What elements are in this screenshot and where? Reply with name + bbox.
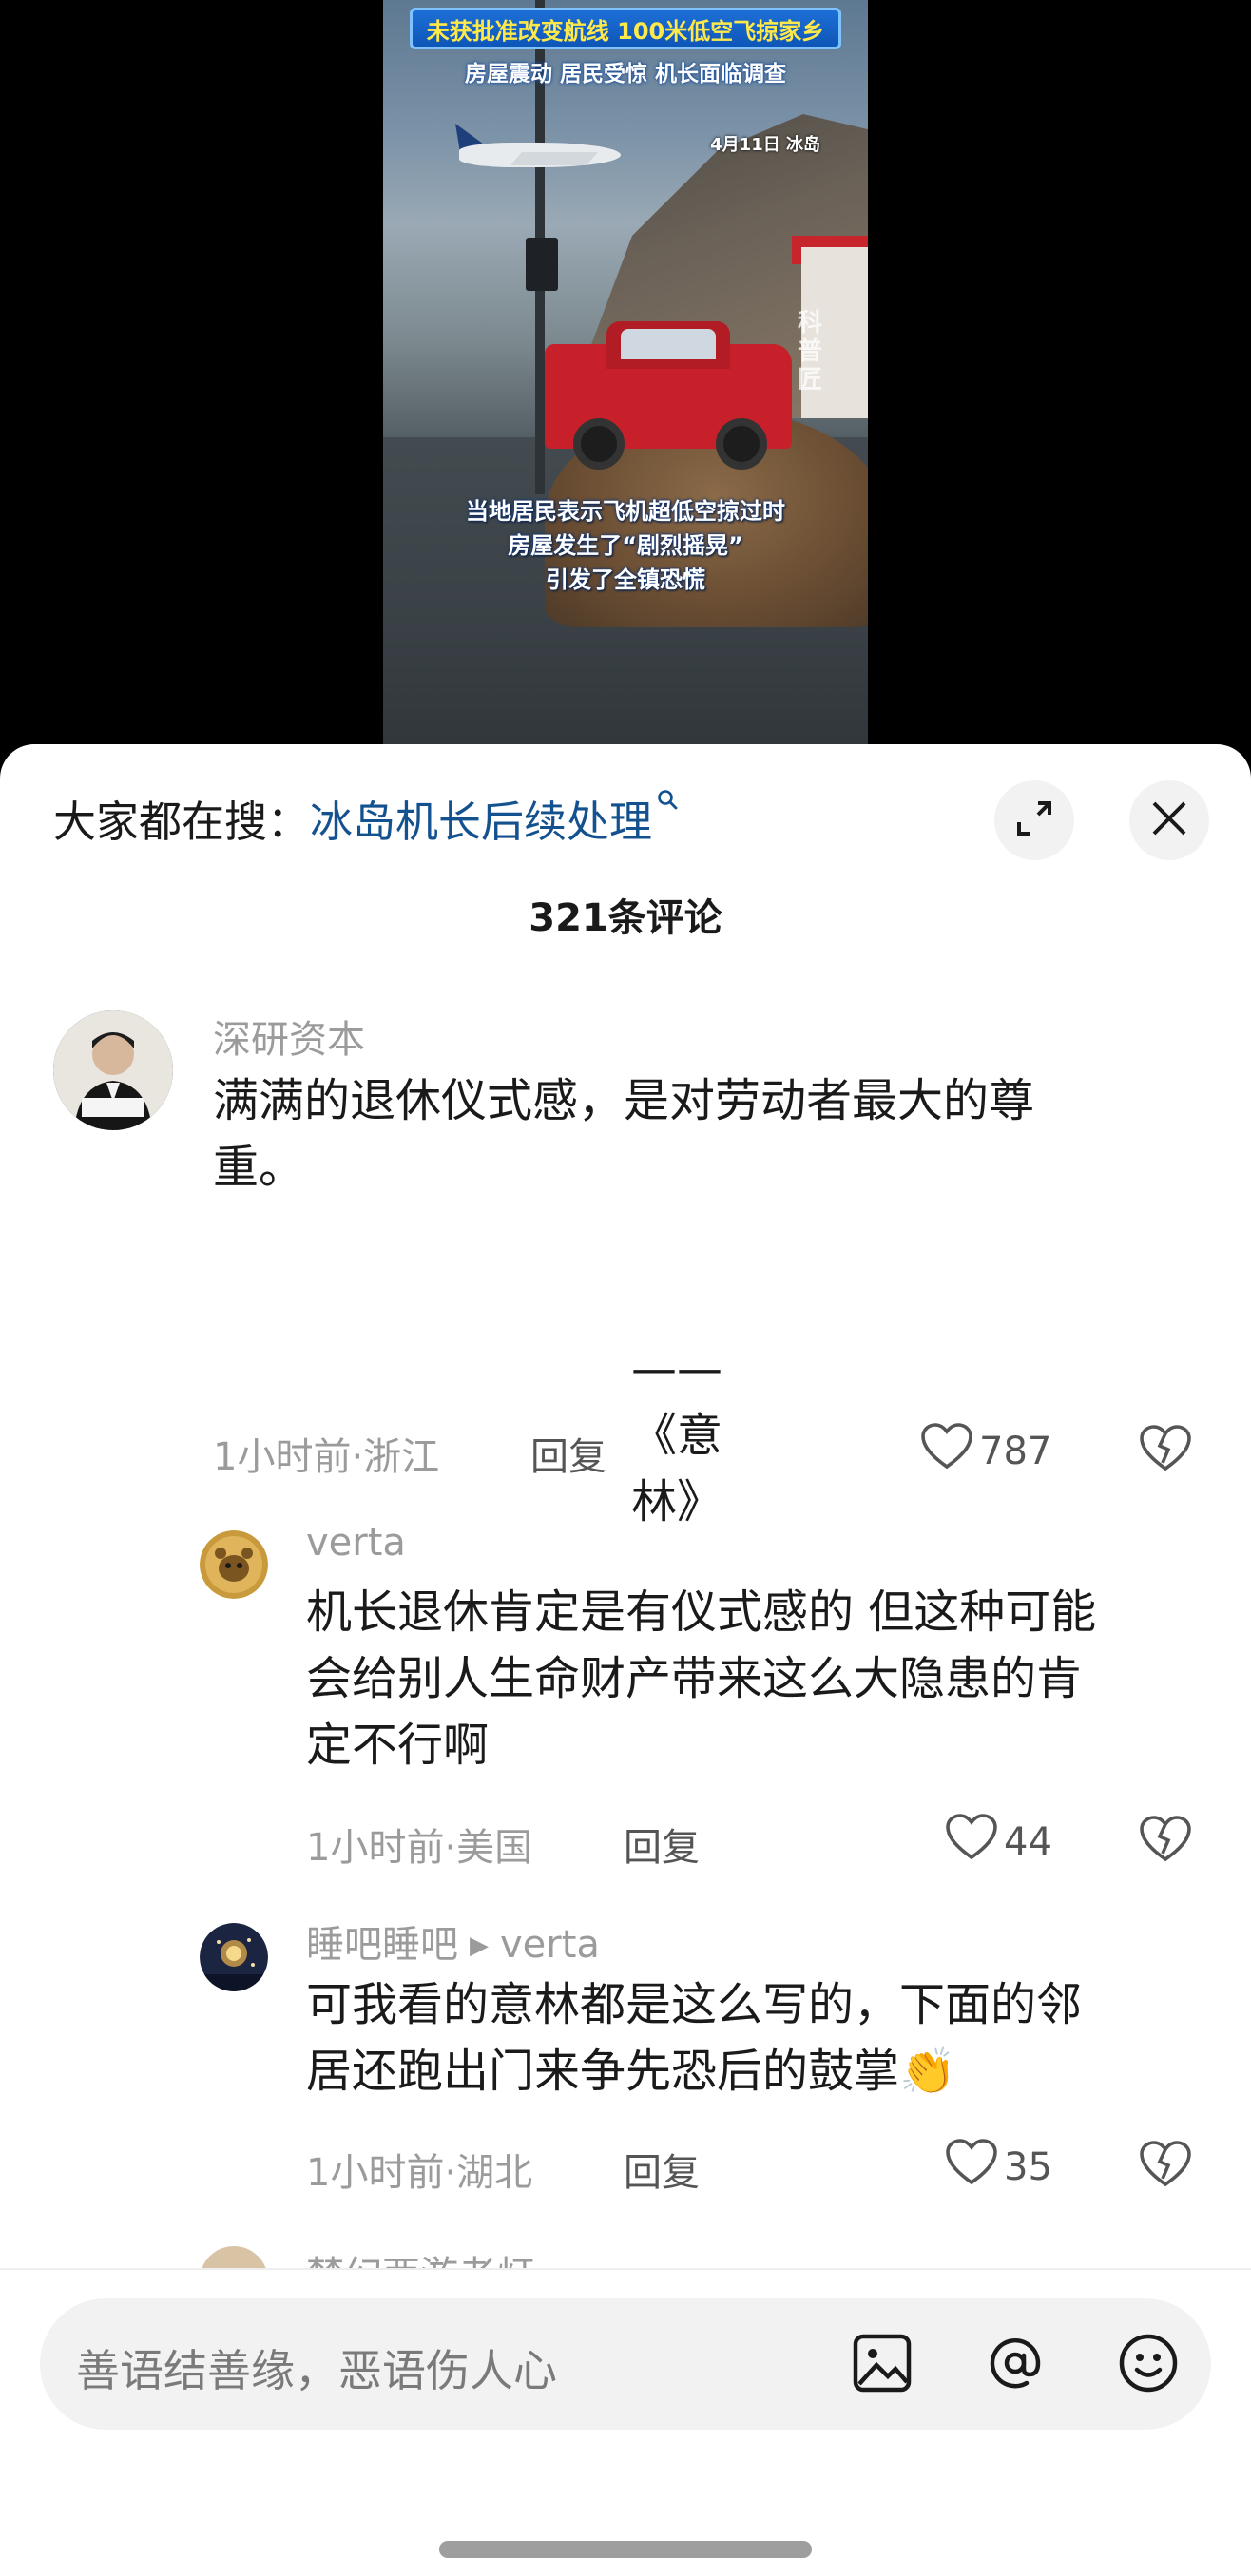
- video-headline-bar: 未获批准改变航线 100米低空飞掠家乡: [410, 8, 841, 49]
- like-count: 787: [979, 1430, 1052, 1473]
- video-caption-line: 引发了全镇恐慌: [546, 567, 705, 593]
- dislike-button[interactable]: [1139, 1425, 1192, 1476]
- comment-text-line-with-emoji: 居还跑出门来争先恐后的鼓掌👏: [306, 2038, 1200, 2105]
- heart-icon: [945, 1814, 1004, 1871]
- video-watermark: 科普匠: [797, 309, 822, 394]
- broken-heart-icon: [1139, 1425, 1192, 1476]
- close-icon: [1148, 798, 1190, 843]
- emoji-icon[interactable]: [1112, 2327, 1184, 2403]
- trending-search[interactable]: 大家都在搜： 冰岛机长后续处理: [53, 784, 679, 851]
- clap-emoji: 👏: [899, 2045, 956, 2098]
- video-caption-line: 当地居民表示飞机超低空掠过时: [466, 498, 785, 525]
- username[interactable]: 睡吧睡吧: [306, 1923, 458, 1967]
- video-plane-wing: [510, 152, 598, 165]
- comment-text: 机长退休肯定是有仪式感的 但这种可能 会给别人生命财产带来这么大隐患的肯 定不行…: [306, 1579, 1200, 1778]
- avatar[interactable]: [53, 1010, 173, 1130]
- comment-time-location: 1小时前·湖北: [306, 2151, 533, 2195]
- at-icon[interactable]: [979, 2327, 1051, 2403]
- comment-text-segment: 居还跑出门来争先恐后的鼓掌: [306, 2045, 900, 2098]
- video-caption: 当地居民表示飞机超低空掠过时 房屋发生了“剧烈摇晃” 引发了全镇恐慌: [383, 494, 868, 597]
- reply-to-username[interactable]: verta: [500, 1923, 600, 1967]
- video-headline: 未获批准改变航线 100米低空飞掠家乡: [426, 17, 825, 45]
- comment-input[interactable]: 善语结善缘，恶语伤人心: [40, 2298, 1211, 2430]
- video-truck-window: [621, 329, 716, 359]
- expand-icon: [1013, 798, 1055, 843]
- comment-text-line: 可我看的意林都是这么写的，下面的邻: [306, 1978, 1083, 2031]
- avatar[interactable]: [200, 1530, 268, 1599]
- reply-button[interactable]: 回复: [530, 1426, 606, 1481]
- comment-count: 321条评论: [529, 896, 722, 940]
- divider: [0, 2268, 1251, 2270]
- close-button[interactable]: [1129, 780, 1209, 860]
- comment-time-location: 1小时前·浙江: [213, 1435, 440, 1479]
- video-frame[interactable]: 未获批准改变航线 100米低空飞掠家乡 房屋震动 居民受惊 机长面临调查 4月1…: [383, 0, 868, 751]
- like-button[interactable]: 35: [945, 2139, 1052, 2196]
- image-icon[interactable]: [846, 2327, 918, 2403]
- trending-search-prefix: 大家都在搜：: [53, 796, 311, 847]
- search-icon[interactable]: [656, 788, 679, 817]
- comment-text: 可我看的意林都是这么写的，下面的邻 居还跑出门来争先恐后的鼓掌👏: [306, 1971, 1200, 2105]
- expand-button[interactable]: [994, 780, 1074, 860]
- broken-heart-icon: [1139, 2141, 1192, 2192]
- heart-icon: [945, 2139, 1004, 2196]
- comment-text-line: 满满的退休仪式感，是对劳动者最大的尊: [213, 1074, 1035, 1127]
- comment-text-line: 定不行啊: [306, 1719, 490, 1772]
- username-row: 睡吧睡吧 ▶ verta: [306, 1913, 600, 1969]
- reply-button[interactable]: 回复: [624, 1817, 700, 1872]
- video-wheel: [716, 418, 767, 470]
- video-wheel: [573, 418, 625, 470]
- video-sign: [526, 238, 558, 291]
- video-date: 4月11日 冰岛: [710, 135, 820, 155]
- like-button[interactable]: 787: [920, 1423, 1051, 1480]
- heart-icon: [920, 1423, 979, 1480]
- trending-search-term[interactable]: 冰岛机长后续处理: [310, 787, 652, 849]
- video-caption-line: 房屋发生了“剧烈摇晃”: [508, 532, 743, 559]
- broken-heart-icon: [1139, 1816, 1192, 1867]
- like-button[interactable]: 44: [945, 1814, 1052, 1871]
- reply-arrow-icon: ▶: [470, 1932, 489, 1960]
- reply-button[interactable]: 回复: [624, 2142, 700, 2197]
- dislike-button[interactable]: [1139, 2141, 1192, 2192]
- username[interactable]: 深研资本: [213, 1009, 365, 1064]
- dislike-button[interactable]: [1139, 1816, 1192, 1867]
- home-indicator[interactable]: [439, 2541, 812, 2558]
- like-count: 35: [1004, 2145, 1052, 2189]
- comment-text: 满满的退休仪式感，是对劳动者最大的尊 重。: [213, 1067, 1183, 1201]
- avatar[interactable]: [200, 1923, 268, 1991]
- video-subhead: 房屋震动 居民受惊 机长面临调查: [464, 62, 786, 87]
- comment-text-line: 会给别人生命财产带来这么大隐患的肯: [306, 1652, 1083, 1705]
- comment-text-line: 机长退休肯定是有仪式感的 但这种可能: [306, 1586, 1097, 1639]
- username[interactable]: verta: [306, 1521, 406, 1565]
- video-player[interactable]: 未获批准改变航线 100米低空飞掠家乡 房屋震动 居民受惊 机长面临调查 4月1…: [0, 0, 1251, 751]
- like-count: 44: [1004, 1820, 1052, 1864]
- comments-sheet: 大家都在搜： 冰岛机长后续处理 321条评论 深研资本 满满的退休仪式感，是对劳…: [0, 744, 1251, 2576]
- comment-quote: ——《意林》: [631, 1342, 723, 1528]
- comment-time-location: 1小时前·美国: [306, 1826, 533, 1870]
- comment-input-placeholder: 善语结善缘，恶语伤人心: [76, 2345, 557, 2396]
- comment-text-line: 重。: [213, 1141, 305, 1194]
